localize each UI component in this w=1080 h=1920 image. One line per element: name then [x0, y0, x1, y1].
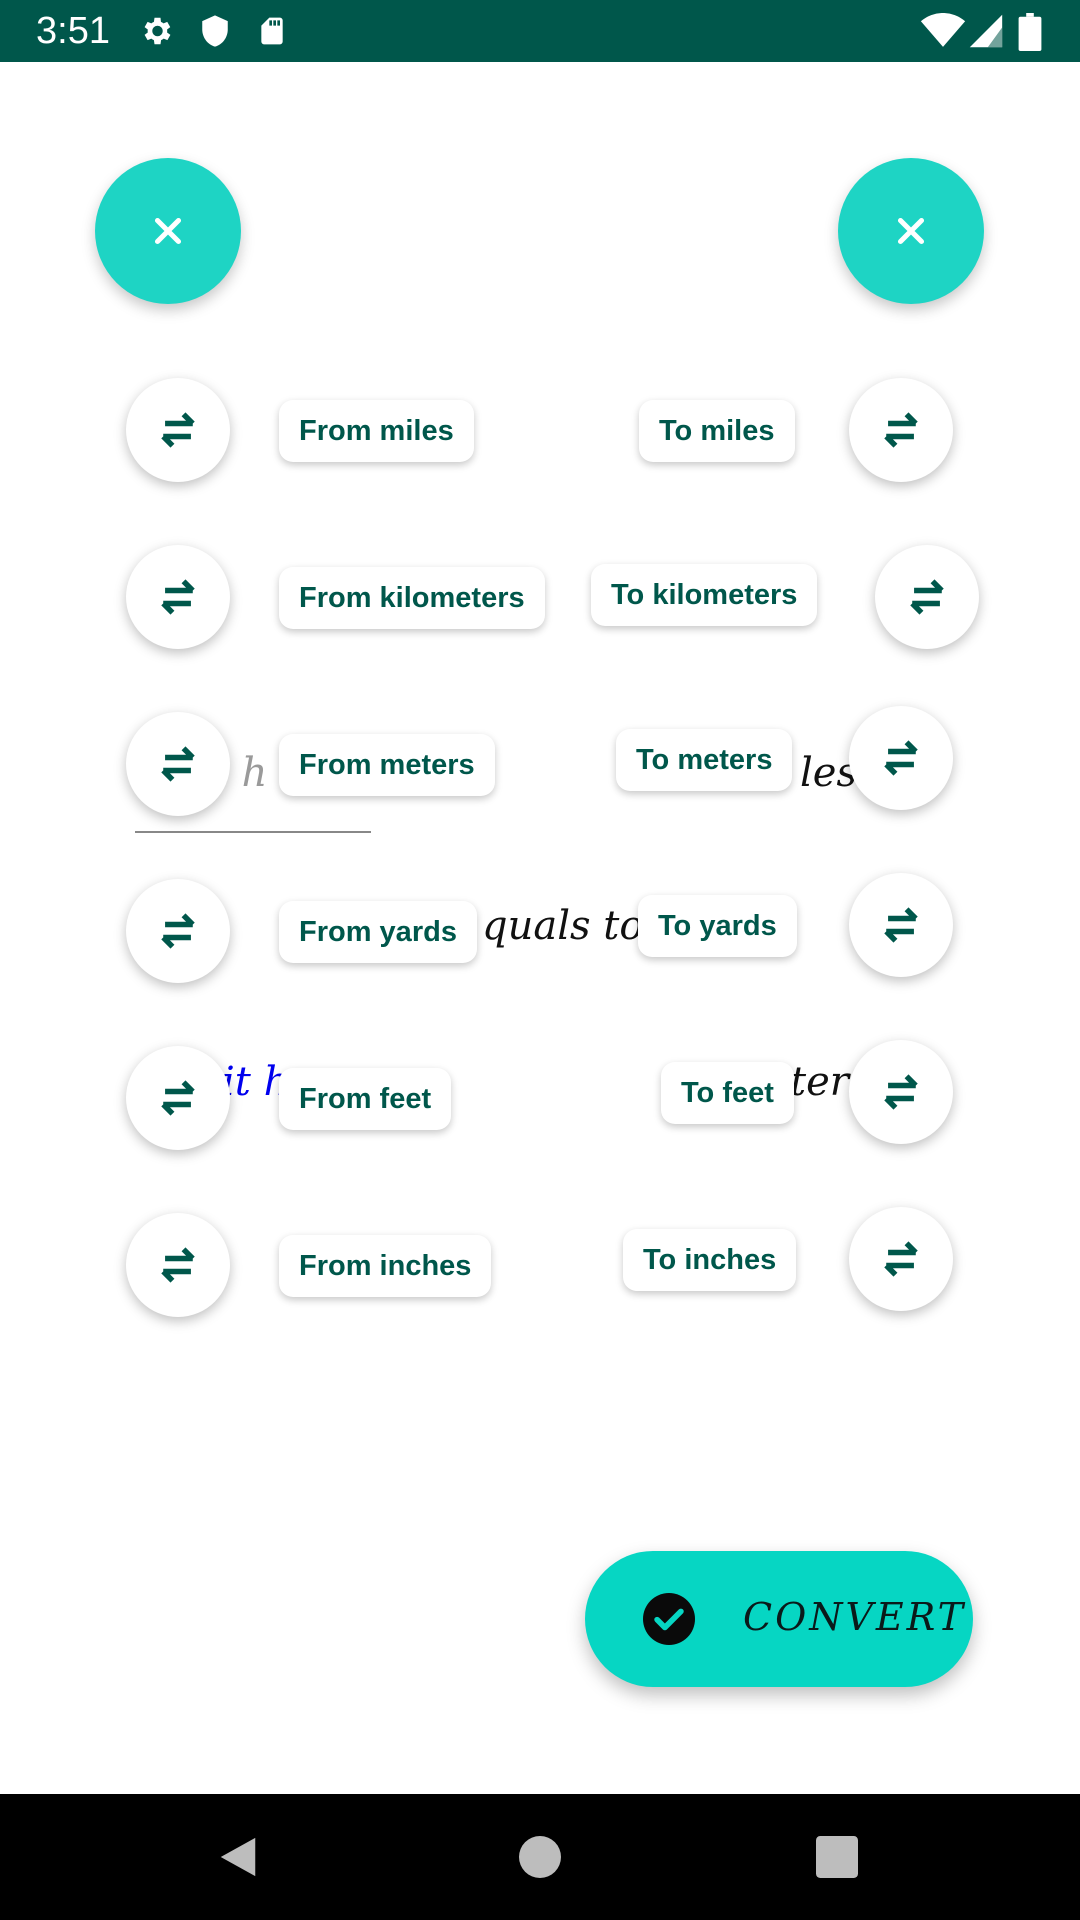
left-close-button[interactable]: [95, 158, 241, 304]
back-icon[interactable]: [216, 1834, 260, 1880]
close-icon: [897, 217, 925, 245]
swap-horizontal-icon: [884, 1074, 918, 1110]
chip-to-meters[interactable]: To meters: [616, 729, 793, 791]
chip-from-kilometers[interactable]: From kilometers: [279, 567, 545, 629]
swap-horizontal-icon: [161, 412, 195, 448]
swap-button-to-miles[interactable]: [849, 378, 953, 482]
chip-from-meters[interactable]: From meters: [279, 734, 495, 796]
swap-button-from-inches[interactable]: [126, 1213, 230, 1317]
chip-from-miles[interactable]: From miles: [279, 400, 474, 462]
swap-horizontal-icon: [884, 907, 918, 943]
home-icon[interactable]: [519, 1836, 561, 1878]
sd-card-icon: [261, 17, 283, 45]
battery-icon: [1018, 13, 1042, 51]
swap-button-from-meters[interactable]: [126, 712, 230, 816]
status-time: 3:51: [36, 10, 110, 52]
swap-button-to-kilometers[interactable]: [875, 545, 979, 649]
status-bar: 3:51: [0, 0, 1080, 62]
chip-from-yards[interactable]: From yards: [279, 901, 477, 963]
right-close-button[interactable]: [838, 158, 984, 304]
swap-button-to-inches[interactable]: [849, 1207, 953, 1311]
shield-icon: [202, 15, 228, 47]
chip-to-kilometers[interactable]: To kilometers: [591, 564, 818, 626]
chip-to-yards[interactable]: To yards: [638, 895, 797, 957]
navigation-bar: [0, 1794, 1080, 1920]
swap-horizontal-icon: [161, 1080, 195, 1116]
convert-label: CONVERT: [743, 1595, 966, 1639]
swap-button-from-feet[interactable]: [126, 1046, 230, 1150]
settings-icon: [144, 17, 171, 45]
swap-horizontal-icon: [884, 1241, 918, 1277]
chip-from-feet[interactable]: From feet: [279, 1068, 452, 1130]
convert-button[interactable]: CONVERT: [585, 1551, 973, 1687]
recents-icon[interactable]: [816, 1836, 858, 1878]
equals-label: quals to: [482, 903, 644, 949]
check-circle-icon: [643, 1593, 695, 1645]
swap-horizontal-icon: [161, 579, 195, 615]
chip-from-inches[interactable]: From inches: [279, 1235, 492, 1297]
swap-button-from-yards[interactable]: [126, 879, 230, 983]
swap-button-to-feet[interactable]: [849, 1040, 953, 1144]
swap-button-from-kilometers[interactable]: [126, 545, 230, 649]
close-icon: [154, 217, 182, 245]
swap-horizontal-icon: [884, 412, 918, 448]
swap-button-to-yards[interactable]: [849, 873, 953, 977]
chip-to-miles[interactable]: To miles: [639, 400, 795, 462]
chip-to-feet[interactable]: To feet: [661, 1062, 794, 1124]
swap-horizontal-icon: [161, 913, 195, 949]
swap-horizontal-icon: [884, 740, 918, 776]
swap-horizontal-icon: [161, 1247, 195, 1283]
swap-button-to-meters[interactable]: [849, 706, 953, 810]
chip-to-inches[interactable]: To inches: [623, 1229, 797, 1291]
swap-horizontal-icon: [161, 746, 195, 782]
swap-horizontal-icon: [910, 579, 944, 615]
wifi-icon: [920, 13, 966, 47]
swap-button-from-miles[interactable]: [126, 378, 230, 482]
signal-icon: [969, 14, 1003, 48]
